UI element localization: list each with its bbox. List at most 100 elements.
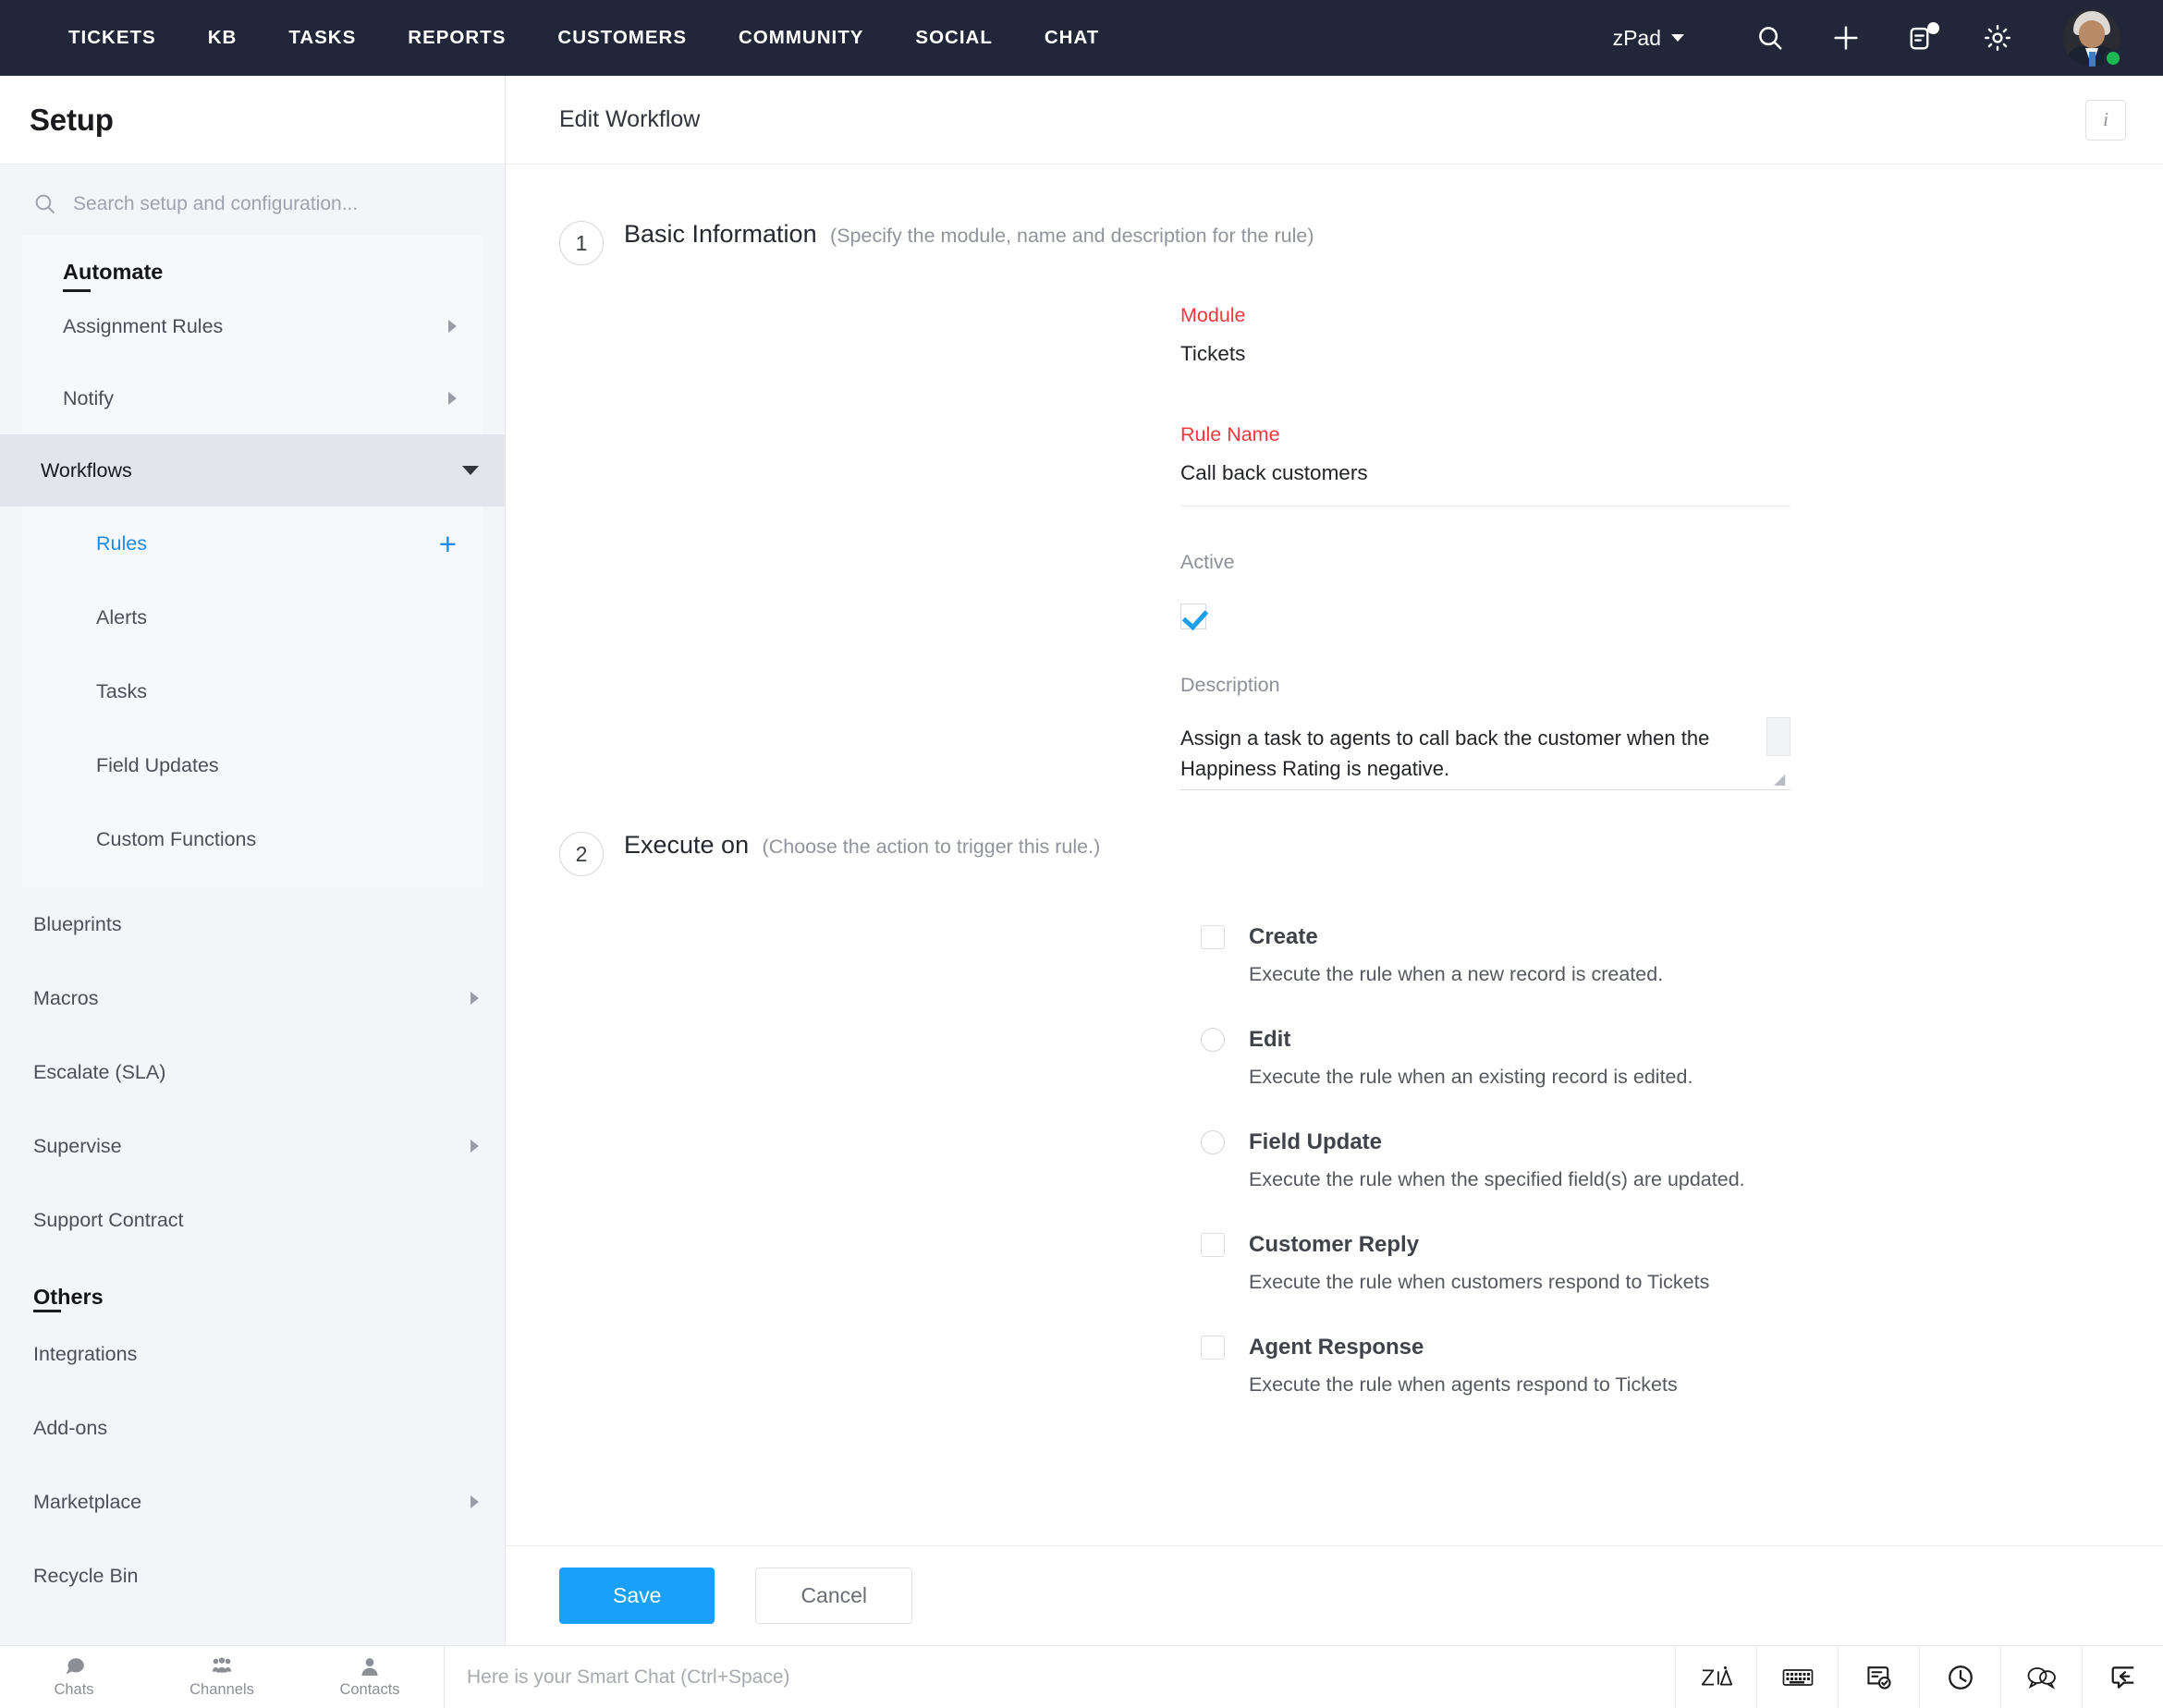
settings-gear-icon[interactable]: [1960, 0, 2035, 76]
sidebar-item-macros[interactable]: Macros: [0, 961, 505, 1035]
sidebar-item-label: Notify: [63, 386, 114, 409]
zia-logo-icon[interactable]: [1675, 1645, 1756, 1708]
sidebar-item-marketplace[interactable]: Marketplace: [0, 1465, 505, 1539]
agent-response-checkbox[interactable]: [1201, 1336, 1225, 1360]
search-input[interactable]: Search setup and configuration...: [73, 193, 358, 215]
sidebar-item-label: Field Updates: [96, 753, 219, 776]
textarea-scrollbar[interactable]: [1766, 717, 1790, 756]
sidebar-item-supervise[interactable]: Supervise: [0, 1109, 505, 1183]
description-label: Description: [1180, 674, 1280, 696]
rule-name-label: Rule Name: [1180, 423, 1280, 445]
task-checklist-icon[interactable]: [1838, 1645, 1919, 1708]
feed-icon[interactable]: [1884, 0, 1960, 76]
nav-right-tools: zPad: [1613, 0, 2122, 76]
option-label: Customer Reply: [1249, 1232, 1420, 1257]
sidebar-item-escalate-sla[interactable]: Escalate (SLA): [0, 1035, 505, 1109]
description-textarea[interactable]: Assign a task to agents to call back the…: [1180, 717, 1790, 790]
option-label: Agent Response: [1249, 1335, 1424, 1360]
portal-selector[interactable]: zPad: [1613, 26, 1684, 51]
footer-tab-contacts[interactable]: Contacts: [296, 1646, 444, 1708]
field-update-radio[interactable]: [1201, 1130, 1225, 1154]
sidebar-item-notify[interactable]: Notify: [22, 362, 483, 434]
sidebar-item-label: Marketplace: [33, 1490, 142, 1513]
sidebar-item-label: Rules: [96, 531, 147, 555]
chevron-right-icon: [470, 992, 479, 1005]
sidebar-item-blueprints[interactable]: Blueprints: [0, 887, 505, 961]
resize-handle-icon[interactable]: ◢: [1774, 773, 1789, 787]
nav-item-reports[interactable]: REPORTS: [382, 27, 532, 49]
nav-item-tickets[interactable]: TICKETS: [43, 27, 182, 49]
reply-icon[interactable]: [2082, 1645, 2163, 1708]
main-content: Edit Workflow i 1 Basic Information (Spe…: [506, 76, 2163, 1645]
sidebar-item-assignment-rules[interactable]: Assignment Rules: [22, 290, 483, 362]
add-icon[interactable]: [1808, 0, 1884, 76]
footer-tab-chats[interactable]: Chats: [0, 1646, 148, 1708]
sidebar-item-label: Escalate (SLA): [33, 1060, 166, 1083]
nav-item-tasks[interactable]: TASKS: [263, 27, 382, 49]
chat-tabs: Chats Channels Contacts: [0, 1646, 444, 1708]
sidebar-item-integrations[interactable]: Integrations: [0, 1317, 505, 1391]
sidebar-search[interactable]: Search setup and configuration...: [0, 165, 505, 236]
sidebar-item-label: Assignment Rules: [63, 314, 224, 337]
person-icon: [361, 1658, 378, 1676]
option-field-update: Field Update Execute the rule when the s…: [1201, 1129, 2126, 1191]
chat-bubbles-icon[interactable]: [2000, 1645, 2082, 1708]
sidebar-item-label: Integrations: [33, 1342, 138, 1365]
group-people-icon: [212, 1657, 232, 1673]
edit-radio[interactable]: [1201, 1028, 1225, 1052]
save-button[interactable]: Save: [559, 1568, 715, 1624]
sidebar-item-label: Add-ons: [33, 1416, 108, 1439]
app-root: TICKETS KB TASKS REPORTS CUSTOMERS COMMU…: [0, 0, 2163, 1708]
setup-sidebar: Setup Search setup and configuration... …: [0, 76, 506, 1645]
customer-reply-checkbox[interactable]: [1201, 1233, 1225, 1257]
smart-chat-input[interactable]: Here is your Smart Chat (Ctrl+Space): [444, 1645, 1675, 1708]
sidebar-item-recycle-bin[interactable]: Recycle Bin: [0, 1539, 505, 1613]
nav-item-chat[interactable]: CHAT: [1019, 27, 1125, 49]
footer-tab-channels[interactable]: Channels: [148, 1646, 296, 1708]
smart-chat-placeholder: Here is your Smart Chat (Ctrl+Space): [467, 1665, 790, 1688]
sidebar-submenu-workflows: Rules + Alerts Tasks Field Updates Custo…: [22, 506, 483, 887]
rule-name-input[interactable]: Call back customers: [1180, 461, 1790, 506]
nav-item-kb[interactable]: KB: [182, 27, 263, 49]
sidebar-item-rules[interactable]: Rules +: [22, 506, 483, 580]
sidebar-item-label: Custom Functions: [96, 827, 257, 850]
sidebar-item-label: Recycle Bin: [33, 1564, 139, 1587]
cancel-button[interactable]: Cancel: [755, 1568, 913, 1624]
sidebar-item-field-updates[interactable]: Field Updates: [22, 728, 483, 802]
option-description: Execute the rule when an existing record…: [1249, 1066, 1693, 1088]
sidebar-item-support-contract[interactable]: Support Contract: [0, 1183, 505, 1257]
sidebar-group-title-others: Others: [33, 1285, 104, 1312]
top-navigation-bar: TICKETS KB TASKS REPORTS CUSTOMERS COMMU…: [0, 0, 2163, 76]
sidebar-item-tasks[interactable]: Tasks: [22, 654, 483, 728]
sidebar-item-custom-functions[interactable]: Custom Functions: [22, 802, 483, 876]
option-create: Create Execute the rule when a new recor…: [1201, 924, 2126, 986]
search-icon[interactable]: [1732, 0, 1808, 76]
chat-bubbles-icon: [66, 1658, 84, 1675]
chevron-right-icon: [448, 320, 457, 333]
add-rule-plus-icon[interactable]: +: [439, 529, 457, 559]
description-value: Assign a task to agents to call back the…: [1180, 726, 1710, 780]
user-avatar[interactable]: [2063, 9, 2122, 67]
sidebar-item-workflows[interactable]: Workflows: [0, 434, 505, 506]
sidebar-group-automate: Automate Assignment Rules Notify: [22, 236, 483, 434]
option-customer-reply: Customer Reply Execute the rule when cus…: [1201, 1232, 2126, 1294]
clock-icon[interactable]: [1919, 1645, 2000, 1708]
active-checkbox[interactable]: [1180, 604, 1206, 629]
sidebar-item-label: Supervise: [33, 1134, 122, 1157]
chevron-right-icon: [470, 1140, 479, 1153]
keyboard-icon[interactable]: [1756, 1645, 1838, 1708]
option-description: Execute the rule when a new record is cr…: [1249, 963, 1664, 985]
nav-item-community[interactable]: COMMUNITY: [713, 27, 889, 49]
info-icon[interactable]: i: [2085, 99, 2126, 140]
sidebar-item-add-ons[interactable]: Add-ons: [0, 1391, 505, 1465]
notification-badge: [1927, 22, 1939, 34]
main-header: Edit Workflow i: [506, 76, 2163, 165]
create-checkbox[interactable]: [1201, 925, 1225, 949]
sidebar-item-alerts[interactable]: Alerts: [22, 580, 483, 654]
nav-item-social[interactable]: SOCIAL: [889, 27, 1018, 49]
body-container: Setup Search setup and configuration... …: [0, 76, 2163, 1645]
nav-item-customers[interactable]: CUSTOMERS: [532, 27, 713, 49]
footer-tools: [1675, 1645, 2163, 1708]
sidebar-item-label: Macros: [33, 986, 99, 1009]
form-action-bar: Save Cancel: [506, 1545, 2163, 1645]
